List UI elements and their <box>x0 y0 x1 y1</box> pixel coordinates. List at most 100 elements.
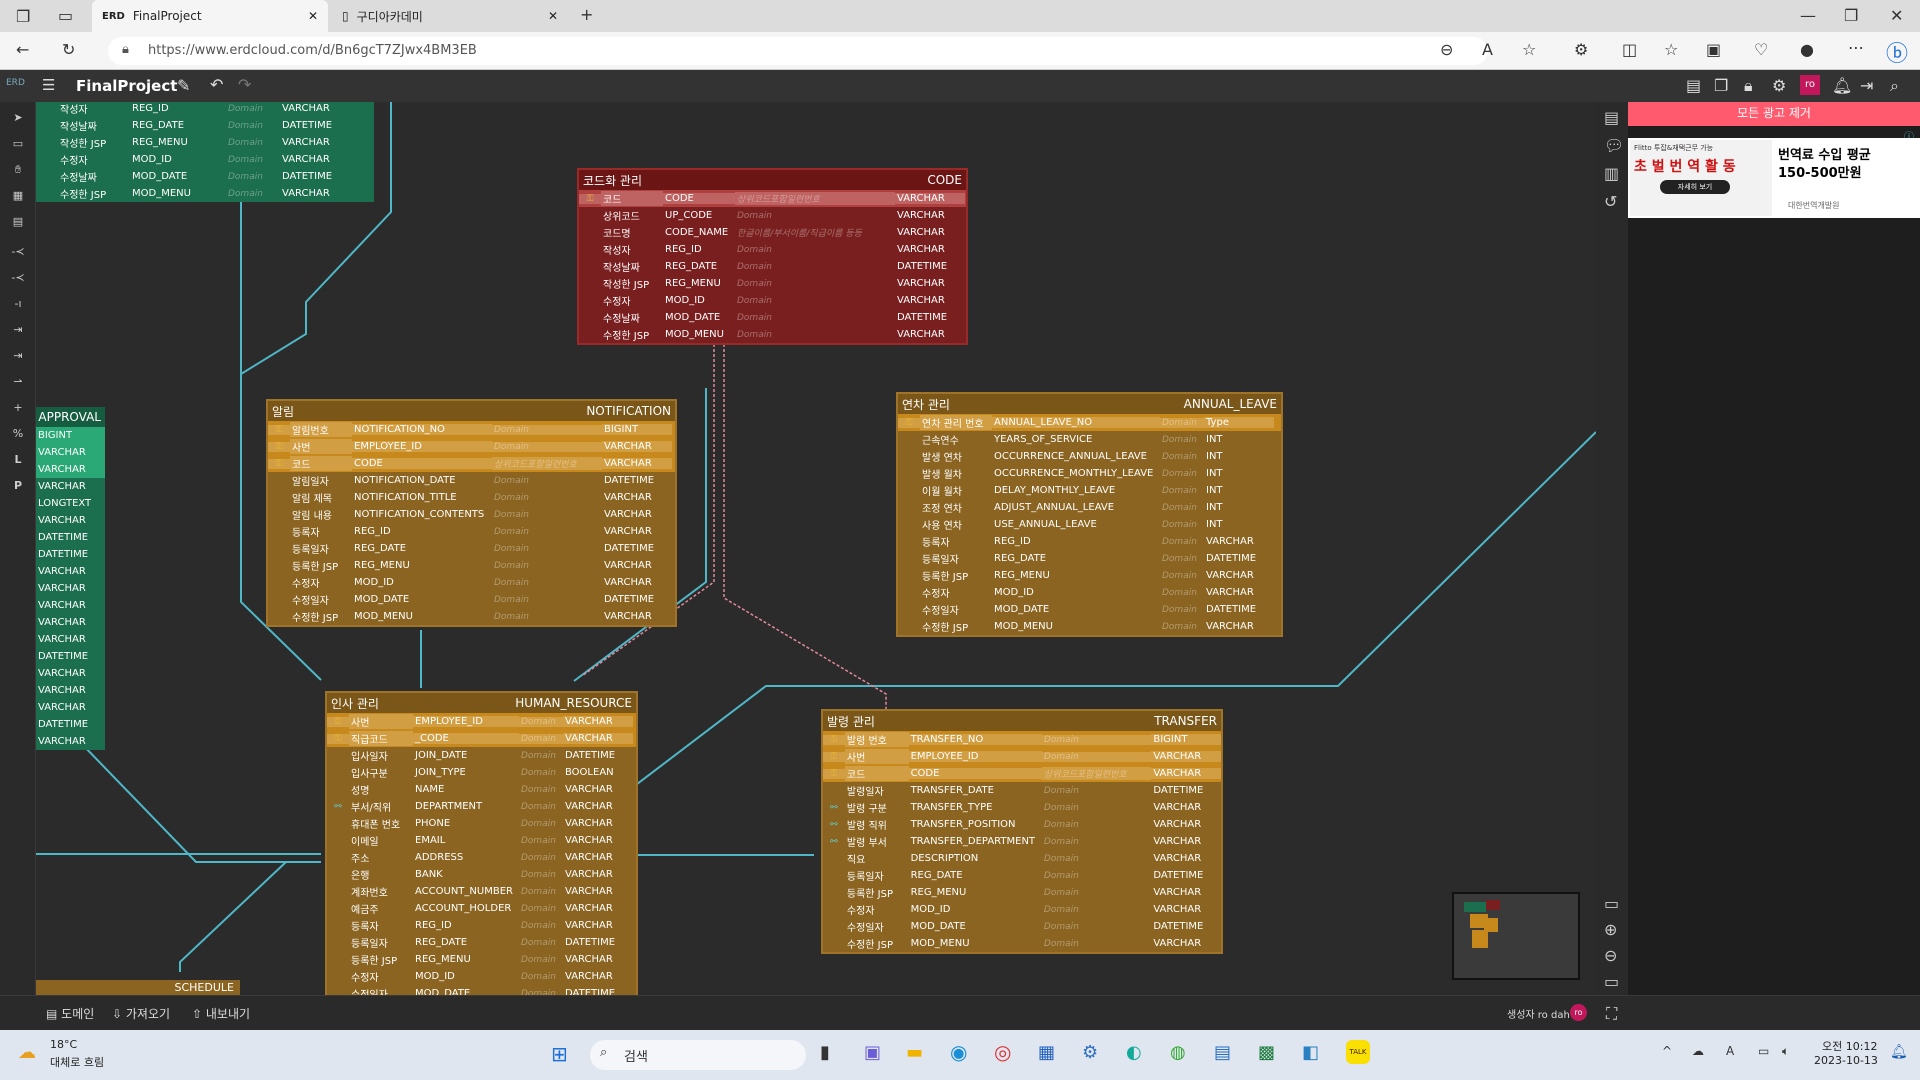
table-row[interactable]: 등록한 JSP REG_MENU Domain VARCHAR <box>823 884 1221 901</box>
table-row[interactable]: 사용 연차 USE_ANNUAL_LEAVE Domain INT <box>898 516 1281 533</box>
app3-icon[interactable]: ◧ <box>1302 1042 1319 1063</box>
task-view-icon[interactable]: ▮ <box>820 1042 830 1063</box>
explorer-icon[interactable]: ▬ <box>906 1042 923 1063</box>
volume-icon[interactable]: 🔈︎ <box>1782 1044 1789 1059</box>
table-row[interactable]: 수정일자MOD_DATEDomainDATETIME <box>327 985 636 995</box>
weather-icon[interactable]: ☁ <box>18 1042 36 1063</box>
bell-icon[interactable]: 🔔︎ <box>1832 76 1852 95</box>
table-row[interactable]: DATETIME <box>36 648 105 665</box>
table-row[interactable]: VARCHAR <box>36 665 105 682</box>
store-icon[interactable]: ▦ <box>1038 1042 1055 1063</box>
folder-icon[interactable]: ▥ <box>1604 164 1619 183</box>
bing-icon[interactable]: ⓑ <box>1886 36 1908 68</box>
edge-icon[interactable]: ◉ <box>950 1040 967 1064</box>
export-button[interactable]: ⇧ 내보내기 <box>192 1005 250 1022</box>
profile-icon[interactable]: ● <box>1800 40 1814 59</box>
table-row[interactable]: DATETIME <box>36 546 105 563</box>
history-icon[interactable]: ↺ <box>1604 192 1617 211</box>
close-icon[interactable]: ✕ <box>548 9 558 23</box>
copy-icon[interactable]: ❐ <box>1714 76 1728 95</box>
app-icon[interactable]: ◐ <box>1126 1042 1142 1063</box>
table-row[interactable]: DATETIME <box>36 529 105 546</box>
table-row[interactable]: 발생 월차 OCCURRENCE_MONTHLY_LEAVE Domain INT <box>898 465 1281 482</box>
zoom-out-icon[interactable]: ⊖ <box>1604 946 1617 965</box>
relation-0n-icon[interactable]: -≺ <box>0 268 36 288</box>
workspaces-icon[interactable]: ❐ <box>16 7 30 26</box>
table-row[interactable]: 등록한 JSP REG_MENU Domain VARCHAR <box>327 951 636 968</box>
table-row[interactable]: VARCHAR <box>36 614 105 631</box>
collections-icon[interactable]: ▣ <box>1706 40 1721 59</box>
table-row[interactable]: 작성자 REG_ID Domain VARCHAR <box>36 102 374 117</box>
table-notification[interactable]: 알림 NOTIFICATION ⚿ 알림번호 NOTIFICATION_NO Domain… <box>266 399 677 627</box>
new-tab-icon[interactable]: + <box>580 5 593 24</box>
lock-icon[interactable]: 🔒︎ <box>1744 76 1753 96</box>
table-row[interactable]: 발생 연차 OCCURRENCE_ANNUAL_LEAVE Domain INT <box>898 448 1281 465</box>
table-top-partial[interactable]: 작성자 REG_ID Domain VARCHAR 작성날짜 REG_DATE Domain… <box>36 102 374 202</box>
table-row[interactable]: 등록자 REG_ID Domain VARCHAR <box>268 523 675 540</box>
security-icon[interactable]: ♡ <box>1754 40 1768 59</box>
domain-button[interactable]: ▤ 도메인 <box>46 1005 94 1022</box>
tab-goodee[interactable]: ▯ 구디아카데미 ✕ <box>332 0 568 32</box>
table-row[interactable]: 이월 월차 DELAY_MONTHLY_LEAVE Domain INT <box>898 482 1281 499</box>
table-row[interactable]: ⚿ 코드 CODE 상위코드포함일련번호 VARCHAR <box>579 190 966 207</box>
ad-detail-button[interactable]: 자세히 보기 <box>1660 180 1730 194</box>
table-row[interactable]: 수정일자MOD_DATEDomainDATETIME <box>268 591 675 608</box>
table-row[interactable]: DATETIME <box>36 716 105 733</box>
back-icon[interactable]: ← <box>16 40 29 59</box>
chrome-icon[interactable]: ◎ <box>994 1040 1011 1064</box>
read-aloud-icon[interactable]: A <box>1482 40 1493 59</box>
relation-arrow-icon[interactable]: ⇀ <box>0 372 36 392</box>
ime-icon[interactable]: A <box>1726 1044 1734 1058</box>
remove-ads-button[interactable]: 모든 광고 제거 <box>1628 102 1920 126</box>
table-row[interactable]: VARCHAR <box>36 631 105 648</box>
relation-11-icon[interactable]: ⇥ <box>0 320 36 340</box>
percent-icon[interactable]: % <box>0 424 36 444</box>
table-row[interactable]: 수정자 MOD_ID Domain VARCHAR <box>898 584 1281 601</box>
physical-mode-button[interactable]: P <box>0 476 36 496</box>
table-row[interactable]: 은행 BANK Domain VARCHAR <box>327 866 636 883</box>
table-transfer[interactable]: 발령 관리 TRANSFER ⚿ 발령 번호 TRANSFER_NO Domain BIGI… <box>821 709 1223 954</box>
favorites-icon[interactable]: ☆ <box>1664 40 1678 59</box>
relation-1n-icon[interactable]: -≺ <box>0 242 36 262</box>
edit-pencil-icon[interactable]: ✎ <box>177 76 190 95</box>
minimap[interactable] <box>1452 892 1580 980</box>
excel-icon[interactable]: ▩ <box>1258 1042 1275 1063</box>
table-row[interactable]: VARCHAR <box>36 563 105 580</box>
search-icon[interactable]: ⌕ <box>1890 76 1899 96</box>
ad-banner[interactable]: Flitto 투잡&재택근무 가능 초 벌 번 역 활 동 자세히 보기 번역료… <box>1628 138 1920 218</box>
zoom-in-icon[interactable]: ⊕ <box>1604 920 1617 939</box>
settings-icon[interactable]: ⚙ <box>1082 1042 1098 1063</box>
comment-icon[interactable]: 💬︎ <box>1604 136 1624 155</box>
table-row[interactable]: 수정자 MOD_ID Domain VARCHAR <box>823 901 1221 918</box>
table-row[interactable]: 수정한 JSP MOD_MENU Domain VARCHAR <box>579 326 966 343</box>
tab-finalproject[interactable]: ERD FinalProject ✕ <box>92 0 328 32</box>
table-row[interactable]: 입사구분 JOIN_TYPE Domain BOOLEAN <box>327 764 636 781</box>
table-row[interactable]: 등록일자 REG_DATE Domain DATETIME <box>327 934 636 951</box>
table-row[interactable]: 계좌번호 ACCOUNT_NUMBER Domain VARCHAR <box>327 883 636 900</box>
refresh-icon[interactable]: ↻ <box>62 40 75 59</box>
table-row[interactable]: 수정일자MOD_DATEDomainDATETIME <box>898 601 1281 618</box>
table-row[interactable]: 작성날짜 REG_DATE Domain DATETIME <box>36 117 374 134</box>
table-row[interactable]: LONGTEXT <box>36 495 105 512</box>
more-icon[interactable]: ⋯ <box>1848 38 1864 57</box>
table-row[interactable]: 직요 DESCRIPTION Domain VARCHAR <box>823 850 1221 867</box>
document-icon[interactable]: ▤ <box>1686 76 1701 95</box>
table-approval[interactable]: APPROVAL BIGINT VARCHAR VARCHAR VARCHAR LONGT… <box>36 407 105 750</box>
table-row[interactable]: VARCHAR <box>36 733 105 750</box>
table-row[interactable]: 조정 연차 ADJUST_ANNUAL_LEAVE Domain INT <box>898 499 1281 516</box>
table-row[interactable]: VARCHAR <box>36 682 105 699</box>
table-row[interactable]: 상위코드 UP_CODE Domain VARCHAR <box>579 207 966 224</box>
table-row[interactable]: 수정날짜 MOD_DATE Domain DATETIME <box>36 168 374 185</box>
redo-icon[interactable]: ↷ <box>238 75 251 94</box>
close-icon[interactable]: ✕ <box>308 9 318 23</box>
url-input[interactable]: 🔒︎ https://www.erdcloud.com/d/Bn6gcT7ZJw… <box>108 37 1488 65</box>
table-row[interactable]: VARCHAR <box>36 444 105 461</box>
teams-icon[interactable]: ▣ <box>864 1042 881 1063</box>
chat-icon[interactable]: ▭ <box>1604 972 1619 991</box>
table-row[interactable]: 등록한 JSP REG_MENU Domain VARCHAR <box>898 567 1281 584</box>
table-row[interactable]: VARCHAR <box>36 478 105 495</box>
table-row[interactable]: 수정한 JSP MOD_MENU Domain VARCHAR <box>898 618 1281 635</box>
table-row[interactable]: ⚿ 사번 EMPLOYEE_ID Domain VARCHAR <box>268 438 675 455</box>
logical-mode-button[interactable]: L <box>0 450 36 470</box>
table-row[interactable]: 근속연수 YEARS_OF_SERVICE Domain INT <box>898 431 1281 448</box>
